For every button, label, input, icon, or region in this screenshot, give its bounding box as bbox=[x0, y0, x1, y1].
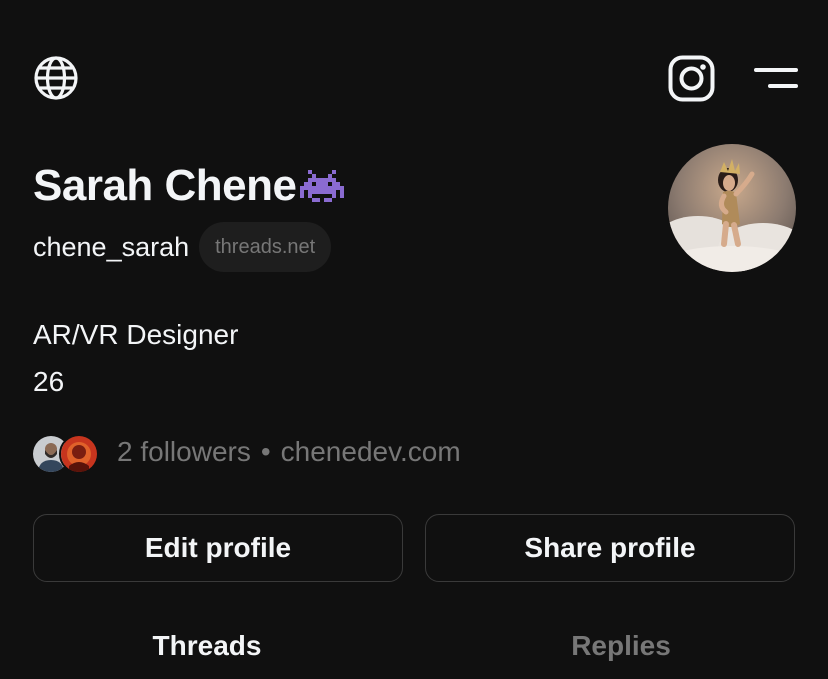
separator-dot: • bbox=[260, 436, 271, 467]
profile-name: Sarah Chene bbox=[33, 161, 297, 210]
profile-handle: chene_sarah bbox=[33, 231, 190, 262]
followers-summary: 2 followers • chenedev.com bbox=[117, 436, 461, 468]
tab-replies[interactable]: Replies bbox=[424, 630, 818, 662]
tab-threads[interactable]: Threads bbox=[10, 630, 404, 662]
globe-icon[interactable] bbox=[33, 55, 79, 101]
bio-line-title: AR/VR Designer bbox=[33, 319, 239, 350]
profile-photo-image bbox=[668, 144, 796, 272]
follower-avatars[interactable] bbox=[31, 432, 101, 474]
followers-count-link[interactable]: 2 followers bbox=[117, 436, 251, 467]
followers-row: 2 followers • chenedev.com bbox=[31, 431, 461, 474]
profile-handle-row: chene_sarah threads.net bbox=[33, 222, 332, 272]
profile-name-row: Sarah Chene bbox=[33, 158, 345, 214]
threads-domain-badge[interactable]: threads.net bbox=[199, 222, 332, 272]
instagram-icon[interactable] bbox=[668, 55, 715, 102]
follower-avatar bbox=[59, 434, 99, 474]
menu-icon[interactable] bbox=[754, 64, 798, 92]
edit-profile-button[interactable]: Edit profile bbox=[33, 514, 403, 582]
profile-page: Sarah Chene chene_sarah threads.net AR/V… bbox=[0, 0, 828, 679]
profile-avatar[interactable] bbox=[668, 144, 796, 272]
bio-line-age: 26 bbox=[33, 366, 65, 397]
profile-bio: AR/VR Designer 26 bbox=[33, 311, 238, 405]
alien-monster-emoji-icon bbox=[300, 170, 345, 202]
share-profile-button[interactable]: Share profile bbox=[425, 514, 795, 582]
website-link[interactable]: chenedev.com bbox=[281, 436, 461, 467]
